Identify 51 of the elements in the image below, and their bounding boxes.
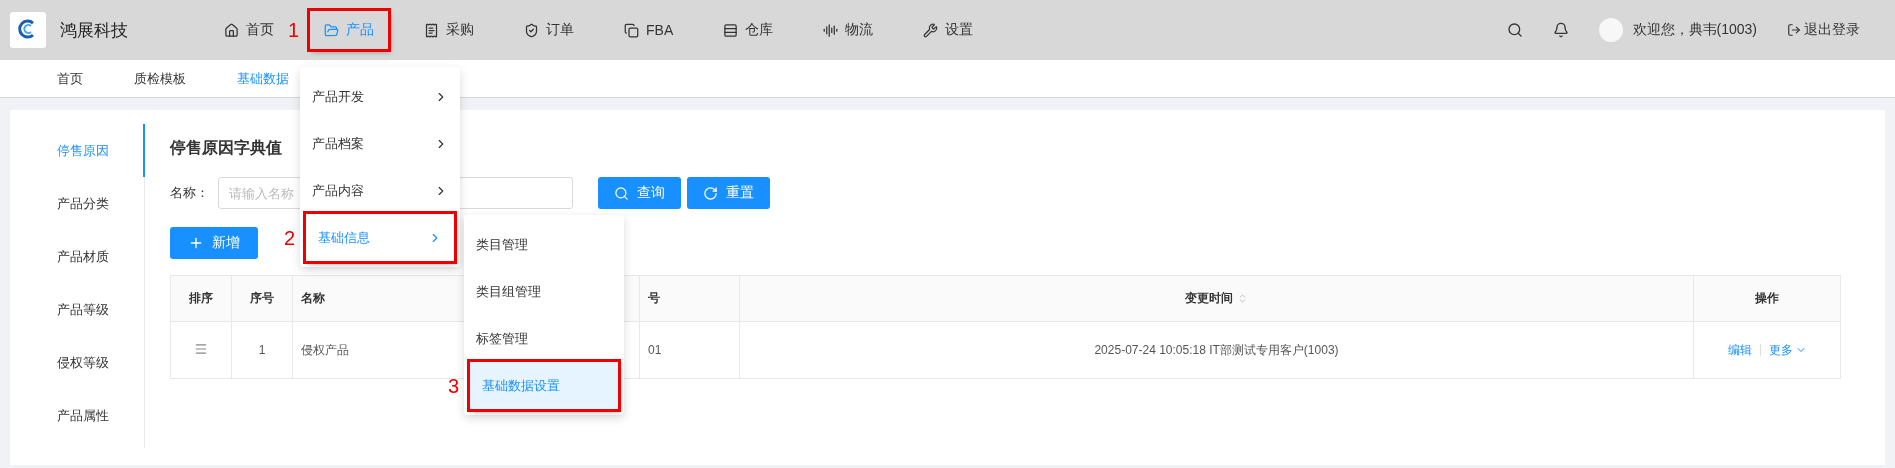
logo-icon [10,12,46,48]
table-cell: 01 [639,321,740,379]
sidebar-item[interactable]: 产品等级 [10,283,145,336]
copy-icon [624,22,639,38]
menu-item[interactable]: 产品开发 [300,73,460,120]
menu-item[interactable]: 类目管理 [464,221,624,268]
folder-icon [324,22,339,38]
tab[interactable]: 首页 [43,69,110,88]
sidebar-item[interactable]: 产品属性 [10,389,145,442]
search-icon [614,185,629,201]
step-number: 1 [288,18,300,42]
home-icon [224,22,239,38]
avatar[interactable] [1598,18,1623,42]
drag-handle-icon[interactable] [194,341,208,356]
step-number: 2 [284,226,296,249]
column-header: 变更时间 [739,275,1694,322]
logout-link[interactable]: 退出登录 [1787,21,1860,39]
page-title: 停售原因字典值 [170,138,282,158]
nav-item[interactable]: 设置 [909,11,988,49]
nav-item[interactable]: 订单 [510,11,588,49]
column-header: 排序 [170,275,232,322]
nav-item[interactable]: FBA [610,12,688,48]
column-header: 操作 [1693,275,1841,322]
company-name: 鸿展科技 [60,19,129,42]
user-greeting: 欢迎您，典韦(1003) [1632,21,1757,39]
sort-icon[interactable] [1237,293,1248,304]
logout-icon [1787,23,1801,37]
menu-item[interactable]: 产品内容 [300,167,460,214]
bell-icon[interactable] [1552,22,1569,38]
table-cell: 1 [231,321,293,379]
cabinet-icon [723,22,739,38]
field-label: 名称： [170,184,210,202]
column-header: 号 [639,275,740,322]
sidebar-item[interactable]: 产品材质 [10,230,145,283]
nav-item[interactable]: 首页 [210,11,288,49]
nav-item[interactable]: 采购 [410,11,488,49]
sidebar-item[interactable]: 侵权等级 [10,336,145,389]
nav-item[interactable]: 物流 [809,11,888,49]
nav-item[interactable]: 仓库 [709,11,788,49]
column-header: 序号 [231,275,293,322]
tab[interactable]: 质检模板 [120,69,213,88]
bars-icon [823,22,839,38]
receipt-icon [424,22,439,38]
sidebar-item[interactable]: 产品分类 [10,177,145,230]
shield-icon [524,22,539,38]
plus-icon [188,235,204,251]
menu-item[interactable]: 产品档案 [300,120,460,167]
table-cell: 2025-07-24 10:05:18 IT部测试专用客户(1003) [739,321,1694,379]
wrench-icon [923,22,939,38]
search-icon[interactable] [1506,22,1523,38]
refresh-icon [703,185,718,201]
